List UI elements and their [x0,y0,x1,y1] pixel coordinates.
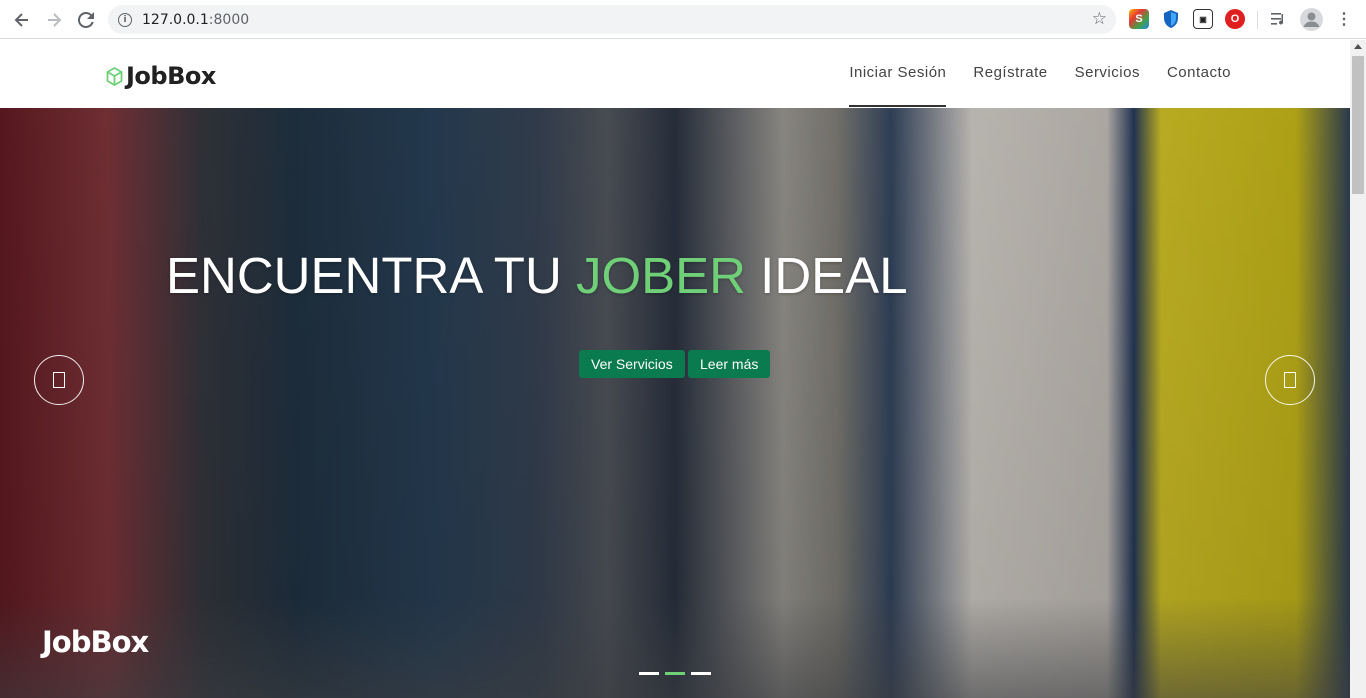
carousel-indicators [639,672,717,675]
opera-extension-icon[interactable]: O [1225,9,1245,29]
bookmark-star-icon[interactable]: ☆ [1092,9,1107,29]
carousel-indicator-1[interactable] [639,672,659,675]
main-nav: Iniciar Sesión Regístrate Servicios Cont… [822,40,1231,108]
reading-list-icon[interactable] [1269,9,1289,29]
browser-toolbar: i 127.0.0.1:8000 ☆ S ▣ O ⋮ [0,0,1366,39]
nav-item-servicios[interactable]: Servicios [1075,40,1140,108]
scroll-up-icon[interactable] [1354,44,1362,49]
watermark-logo: JobBox [42,625,149,659]
reload-icon[interactable] [70,4,102,36]
nav-item-iniciar-sesion[interactable]: Iniciar Sesión [849,40,947,108]
media-extension-icon[interactable]: ▣ [1193,9,1213,29]
kebab-menu-icon[interactable]: ⋮ [1334,9,1354,29]
carousel-next-icon[interactable] [1265,355,1315,405]
cube-icon [106,66,123,86]
hero-photo-shade [0,598,1350,698]
shield-extension-icon[interactable] [1161,9,1181,29]
hero-carousel: ENCUENTRA TU JOBER IDEAL Ver Servicios L… [0,108,1350,698]
address-bar[interactable]: i 127.0.0.1:8000 ☆ [108,5,1116,34]
carousel-indicator-2[interactable] [665,672,685,675]
site-info-icon[interactable]: i [118,12,132,27]
carousel-prev-icon[interactable] [34,355,84,405]
hero-title: ENCUENTRA TU JOBER IDEAL [166,246,908,305]
site-header: JobBox Iniciar Sesión Regístrate Servici… [0,40,1350,108]
carousel-indicator-3[interactable] [691,672,711,675]
leer-mas-button[interactable]: Leer más [688,350,771,378]
ver-servicios-button[interactable]: Ver Servicios [579,350,685,378]
url-text: 127.0.0.1:8000 [142,11,250,28]
nav-item-registrate[interactable]: Regístrate [973,40,1047,108]
brand-logo[interactable]: JobBox [106,62,216,90]
hero-title-part1: ENCUENTRA TU [166,247,576,304]
profile-avatar-icon[interactable] [1300,8,1323,31]
hero-title-highlight: JOBER [575,247,746,304]
scroll-thumb[interactable] [1352,56,1364,194]
nav-item-contacto[interactable]: Contacto [1167,40,1231,108]
swirl-extension-icon[interactable]: S [1129,9,1149,29]
forward-arrow-icon[interactable] [38,4,70,36]
page-scrollbar[interactable] [1350,40,1366,698]
hero-title-part2: IDEAL [746,247,908,304]
toolbar-separator [1257,11,1258,29]
brand-name: JobBox [126,62,216,90]
back-arrow-icon[interactable] [6,4,38,36]
